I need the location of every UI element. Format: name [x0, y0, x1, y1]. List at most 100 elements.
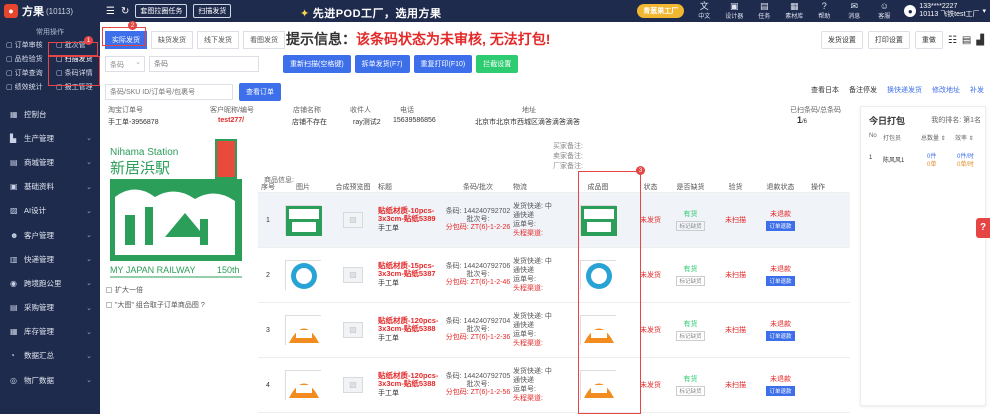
refund-value: 未退款: [770, 211, 791, 218]
menu-mall[interactable]: ▤ 商城管理 ⌄: [0, 150, 100, 174]
table-row[interactable]: 3 ▨ 贴纸材质-120pcs-3x3cm-贴纸5388 手工单 条码: 1442407…: [258, 303, 850, 358]
order-refund-button[interactable]: 订单退款: [766, 386, 795, 396]
view-order-button[interactable]: 查看订单: [239, 83, 281, 101]
top-menu-messages[interactable]: ✉ 消息: [844, 2, 864, 21]
order-refund-button[interactable]: 订单退款: [766, 276, 795, 286]
print-settings-button[interactable]: 打印设置: [867, 31, 910, 49]
big-image-option[interactable]: "大图" 组合取子订单商品图 ?: [106, 300, 205, 310]
reprint-button[interactable]: 重复打印(F10): [413, 55, 473, 73]
menu-ai-design[interactable]: ▨ AI设计 ⌄: [0, 199, 100, 223]
edit-address-link[interactable]: 修改地址: [932, 85, 960, 95]
menu-production[interactable]: ▙ 生产管理 ⌄: [0, 126, 100, 150]
menu-customers[interactable]: ☻ 客户管理 ⌄: [0, 223, 100, 247]
row-preview[interactable]: ▨: [328, 322, 378, 338]
chart-icon[interactable]: ▟: [976, 35, 984, 46]
menu-cross-border[interactable]: ◉ 跨境跑公里 ⌄: [0, 271, 100, 295]
factory-data-icon: ◎: [10, 375, 17, 385]
menu-toggle-icon[interactable]: ☰: [106, 6, 115, 17]
order-refund-button[interactable]: 订单退款: [766, 331, 795, 341]
today-col-eff[interactable]: 效率 ⇕: [955, 133, 974, 142]
row-stock: 有货 标记缺货: [663, 264, 718, 286]
menu-label: 基础资料: [24, 182, 54, 192]
order-search-input[interactable]: [105, 84, 233, 100]
row-image[interactable]: [278, 370, 328, 401]
doc-view-icon[interactable]: ▤: [962, 35, 971, 46]
tab-shortage-ship[interactable]: 缺货发货: [151, 31, 193, 49]
task-icon: ▤: [760, 1, 769, 11]
menu-basic-data[interactable]: ▣ 基础资料 ⌄: [0, 175, 100, 199]
redo-button[interactable]: 重做: [914, 31, 943, 49]
order-refund-button[interactable]: 订单退款: [766, 221, 795, 231]
top-menu-designer[interactable]: ▣ 设计器: [724, 2, 744, 21]
product-preview[interactable]: Nihama Station 新居浜駅 MY JAPAN RAILWAY 150…: [105, 137, 247, 297]
phone-value: 15639586856: [393, 117, 436, 124]
top-menu-label: 客服: [878, 14, 891, 20]
menu-factory-data[interactable]: ◎ 物厂数据 ⌄: [0, 368, 100, 392]
split-ship-button[interactable]: 拆单发货(F7): [354, 55, 410, 73]
today-col-total[interactable]: 总数量 ⇕: [921, 133, 946, 142]
item-source: 手工单: [378, 335, 399, 342]
tab-image-ship[interactable]: 看图发货: [243, 31, 285, 49]
item-title[interactable]: 贴纸材质-120pcs-3x3cm-贴纸5388: [378, 372, 443, 388]
promo-badge[interactable]: 青葱果工厂: [637, 4, 685, 18]
row-image[interactable]: [278, 205, 328, 236]
col-preview: 合成预览图: [335, 183, 371, 191]
row-preview[interactable]: ▨: [328, 212, 378, 228]
customer-value[interactable]: test277/: [218, 117, 244, 124]
refresh-icon[interactable]: ↻: [121, 6, 129, 17]
menu-data-summary[interactable]: ◔ 数据汇总 ⌄: [0, 344, 100, 368]
pick-task-button[interactable]: 套图拉圈任务: [135, 4, 188, 18]
item-title[interactable]: 贴纸材质-15pcs-3x3cm-贴纸5387: [378, 262, 443, 278]
badge-1: 1: [84, 36, 93, 45]
table-row[interactable]: 2 ▨ 贴纸材质-15pcs-3x3cm-贴纸5387 手工单 条码: 14424079…: [258, 248, 850, 303]
quick-performance[interactable]: ▢ 绩效统计: [2, 81, 52, 92]
quick-quality-check[interactable]: ▢ 品检验货: [2, 53, 52, 64]
ship-settings-button[interactable]: 发货设置: [820, 31, 863, 49]
mark-shortage-button[interactable]: 标记缺货: [676, 221, 705, 231]
top-menu-support[interactable]: ☺ 客服: [874, 2, 894, 21]
remark-stop-link[interactable]: 备注停发: [849, 85, 877, 95]
view-log-link[interactable]: 查看日本: [811, 85, 839, 95]
row-image[interactable]: [278, 315, 328, 346]
top-menu-assets[interactable]: ▦ 素材库: [784, 2, 804, 21]
menu-inventory[interactable]: ▦ 库存管理 ⌄: [0, 320, 100, 344]
user-phone: 133****2227: [919, 3, 958, 10]
table-row[interactable]: 1 ▨ 贴纸材质-10pcs-3x3cm-贴纸5389 手工单 条码: 14424079…: [258, 193, 850, 248]
chevron-down-icon: ▾: [982, 8, 986, 15]
rescan-button[interactable]: 重新扫描(空格键): [283, 55, 351, 73]
tab-offline-ship[interactable]: 线下发货: [197, 31, 239, 49]
highlight-box-tab: [102, 27, 146, 46]
item-title[interactable]: 贴纸材质-10pcs-3x3cm-贴纸5389: [378, 207, 443, 223]
floating-help-icon[interactable]: ?: [976, 218, 990, 238]
scan-input[interactable]: [149, 56, 259, 72]
menu-express[interactable]: ▥ 快递管理 ⌄: [0, 247, 100, 271]
table-row[interactable]: 4 ▨ 贴纸材质-120pcs-3x3cm-贴纸5388 手工单 条码: 1442407…: [258, 358, 850, 413]
row-preview[interactable]: ▨: [328, 377, 378, 393]
quick-order-review[interactable]: ▢ 订单审核: [2, 39, 52, 50]
col-barcode: 条码/批次: [463, 183, 493, 191]
mark-shortage-button[interactable]: 标记缺货: [676, 276, 705, 286]
enlarge-option[interactable]: 扩大一倍: [106, 285, 143, 295]
list-view-icon[interactable]: ☷: [948, 35, 957, 46]
scan-type-select[interactable]: 条码: [105, 56, 145, 72]
station-stamp-image: Nihama Station 新居浜駅 MY JAPAN RAILWAY 150…: [105, 137, 247, 297]
menu-purchase[interactable]: ▤ 采购管理 ⌄: [0, 296, 100, 320]
quick-order-query[interactable]: ▢ 订单查询: [2, 67, 52, 78]
user-menu[interactable]: ● 133****2227 10113 飞铁test工厂 ▾: [904, 3, 986, 19]
menu-dashboard[interactable]: ▦ 控制台: [0, 102, 100, 126]
mark-shortage-button[interactable]: 标记缺货: [676, 331, 705, 341]
mark-shortage-button[interactable]: 标记缺货: [676, 386, 705, 396]
menu-label: 物厂数据: [24, 375, 54, 385]
change-express-link[interactable]: 换快递发货: [887, 85, 922, 95]
top-menu-language[interactable]: 文中文: [694, 2, 714, 21]
row-preview[interactable]: ▨: [328, 267, 378, 283]
scan-ship-tab-button[interactable]: 扫描发货: [193, 4, 232, 18]
intercept-settings-button[interactable]: 拦截设置: [476, 55, 519, 73]
app-logo[interactable]: ● 方果 (10113): [0, 0, 100, 22]
top-menu-tasks[interactable]: ▤ 任务: [754, 1, 774, 21]
item-title[interactable]: 贴纸材质-120pcs-3x3cm-贴纸5388: [378, 317, 443, 333]
reissue-link[interactable]: 补发: [970, 85, 984, 95]
top-menu-help[interactable]: ? 帮助: [814, 2, 834, 21]
row-image[interactable]: [278, 260, 328, 291]
header-shop: 店铺名称: [293, 107, 321, 114]
